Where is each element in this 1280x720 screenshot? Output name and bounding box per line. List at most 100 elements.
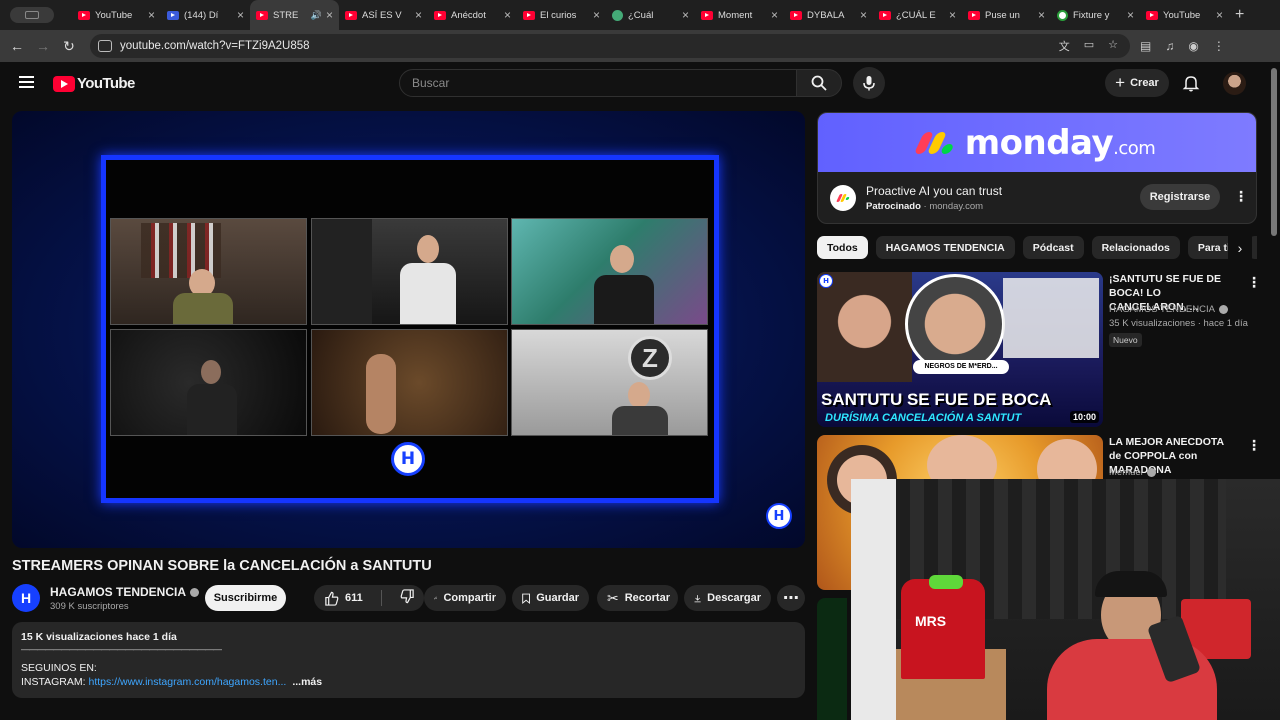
youtube-favicon-icon (1146, 10, 1158, 20)
tab-title: YouTube (1163, 9, 1201, 21)
download-button[interactable]: Descargar (684, 585, 771, 611)
filter-chip[interactable]: Relacionados (1091, 236, 1180, 259)
youtube-logo[interactable]: YouTube (53, 75, 135, 92)
tab-groups-button[interactable] (10, 7, 54, 23)
clip-button[interactable]: ✂ Recortar (597, 585, 678, 611)
hamburger-menu-icon[interactable] (19, 76, 34, 88)
filter-chip[interactable]: Pódcast (1022, 236, 1084, 259)
site-info-icon[interactable] (98, 40, 112, 52)
channel-name[interactable]: HAGAMOS TENDENCIA (50, 585, 200, 599)
browser-tab[interactable]: Fixture y × (1051, 0, 1140, 30)
chips-next-chevron-icon[interactable]: › (1228, 236, 1252, 260)
like-button[interactable]: 611 (314, 590, 382, 606)
browser-tab[interactable]: YouTube × (72, 0, 161, 30)
close-tab-icon[interactable]: × (1127, 8, 1134, 22)
close-tab-icon[interactable]: × (415, 8, 422, 22)
channel-watermark-icon[interactable]: H (766, 503, 792, 529)
close-tab-icon[interactable]: × (504, 8, 511, 22)
video-player[interactable]: Z H H (12, 111, 805, 548)
close-tab-icon[interactable]: × (1216, 8, 1223, 22)
close-tab-icon[interactable]: × (148, 8, 155, 22)
media-controls-icon[interactable]: ♫ (1165, 39, 1174, 53)
streamer-hair (1095, 571, 1167, 597)
video-title: STREAMERS OPINAN SOBRE la CANCELACIÓN a … (12, 558, 432, 574)
browser-tab[interactable]: Puse un × (962, 0, 1051, 30)
video-thumbnail[interactable]: NEGROS DE M*ERD... SANTUTU SE FUE DE BOC… (817, 272, 1103, 427)
tab-audio-icon[interactable]: 🔊 (311, 10, 322, 21)
ad-sponsor-line: Patrocinado · monday.com (866, 201, 984, 212)
address-bar[interactable]: youtube.com/watch?v=FTZi9A2U858 文 ▭ ☆ (90, 34, 1130, 58)
browser-tab[interactable]: ¿CUÁL E × (873, 0, 962, 30)
account-avatar[interactable] (1223, 72, 1246, 95)
dislike-button[interactable] (388, 589, 415, 607)
close-tab-icon[interactable]: × (326, 8, 333, 22)
tab-title: El curios (540, 9, 577, 21)
notifications-button[interactable] (1182, 74, 1200, 97)
youtube-favicon-icon (78, 10, 90, 20)
recommended-channel-text[interactable]: HAGAMOS TENDENCIA (1109, 304, 1215, 315)
profile-icon[interactable]: ◉ (1188, 39, 1198, 53)
voice-search-button[interactable] (853, 67, 885, 99)
search-input[interactable] (412, 76, 796, 90)
search-button[interactable] (796, 69, 842, 97)
recommended-stats: 35 K visualizaciones · hace 1 día (1109, 318, 1248, 329)
filter-chips: Todos HAGAMOS TENDENCIA Pódcast Relacionado… (817, 236, 1257, 260)
more-actions-button[interactable]: ⋯ (777, 585, 805, 611)
verified-check-icon (1146, 467, 1156, 477)
recommended-video[interactable]: NEGROS DE M*ERD... SANTUTU SE FUE DE BOC… (817, 272, 1261, 427)
recommended-channel[interactable]: Memuel (1109, 467, 1156, 478)
close-tab-icon[interactable]: × (237, 8, 244, 22)
ad-banner[interactable]: monday.com (818, 113, 1256, 172)
browser-tab[interactable]: DYBALA × (784, 0, 873, 30)
save-button[interactable]: Guardar (512, 585, 589, 611)
browser-tab[interactable]: Moment × (695, 0, 784, 30)
sponsored-ad-card[interactable]: monday.com Proactive AI you can trust Pa… (817, 112, 1257, 224)
browser-tab[interactable]: STRE 🔊 × (250, 0, 339, 30)
youtube-wordmark: YouTube (77, 75, 135, 92)
video-menu-icon[interactable]: ⋮ (1247, 274, 1261, 291)
download-label: Descargar (707, 592, 761, 604)
share-button[interactable]: Compartir (424, 585, 506, 611)
forward-icon[interactable]: → (30, 38, 56, 54)
browser-tab[interactable]: Anécdot × (428, 0, 517, 30)
new-tab-icon[interactable]: + (1235, 6, 1244, 24)
menu-kebab-icon[interactable]: ⋮ (1213, 39, 1225, 53)
browser-tab[interactable]: ASÍ ES V × (339, 0, 428, 30)
recommended-channel[interactable]: HAGAMOS TENDENCIA (1109, 304, 1228, 315)
browser-tab[interactable]: (144) Dí × (161, 0, 250, 30)
tab-title: ¿CUÁL E (896, 9, 936, 21)
close-tab-icon[interactable]: × (949, 8, 956, 22)
sidepanel-icon[interactable]: ▤ (1140, 39, 1151, 53)
instagram-link[interactable]: https://www.instagram.com/hagamos.ten... (88, 676, 286, 688)
subscribe-button[interactable]: Suscribirme (205, 585, 286, 611)
channel-avatar[interactable]: H (12, 584, 40, 612)
ad-menu-icon[interactable]: ⋮ (1234, 188, 1248, 205)
back-icon[interactable]: ← (4, 38, 30, 54)
close-tab-icon[interactable]: × (682, 8, 689, 22)
browser-tab[interactable]: YouTube × (1140, 0, 1229, 30)
cast-icon[interactable]: ▭ (1084, 38, 1094, 54)
close-tab-icon[interactable]: × (771, 8, 778, 22)
filter-chip[interactable]: HAGAMOS TENDENCIA (875, 236, 1015, 259)
browser-tab[interactable]: ¿Cuál × (606, 0, 695, 30)
recommended-channel-text[interactable]: Memuel (1109, 467, 1143, 478)
close-tab-icon[interactable]: × (1038, 8, 1045, 22)
youtube-header: YouTube + Crear (0, 62, 1280, 106)
close-tab-icon[interactable]: × (860, 8, 867, 22)
bookmark-icon (522, 593, 530, 604)
channel-name-text[interactable]: HAGAMOS TENDENCIA (50, 585, 186, 599)
page-scrollbar[interactable] (1271, 68, 1277, 236)
ad-register-button[interactable]: Registrarse (1140, 184, 1220, 210)
z-logo-icon: Z (628, 336, 672, 380)
recommended-thumbnail-partial[interactable] (817, 598, 847, 720)
browser-tab[interactable]: El curios × (517, 0, 606, 30)
translate-icon[interactable]: 文 (1059, 38, 1070, 54)
video-menu-icon[interactable]: ⋮ (1247, 437, 1261, 454)
show-more-button[interactable]: ...más (292, 676, 322, 688)
create-button[interactable]: + Crear (1105, 69, 1169, 97)
reload-icon[interactable]: ↻ (56, 38, 82, 55)
close-tab-icon[interactable]: × (593, 8, 600, 22)
description-box[interactable]: 15 K visualizaciones hace 1 día ————————… (12, 622, 805, 698)
bookmark-star-icon[interactable]: ☆ (1108, 38, 1118, 54)
filter-chip[interactable]: Todos (817, 236, 868, 259)
